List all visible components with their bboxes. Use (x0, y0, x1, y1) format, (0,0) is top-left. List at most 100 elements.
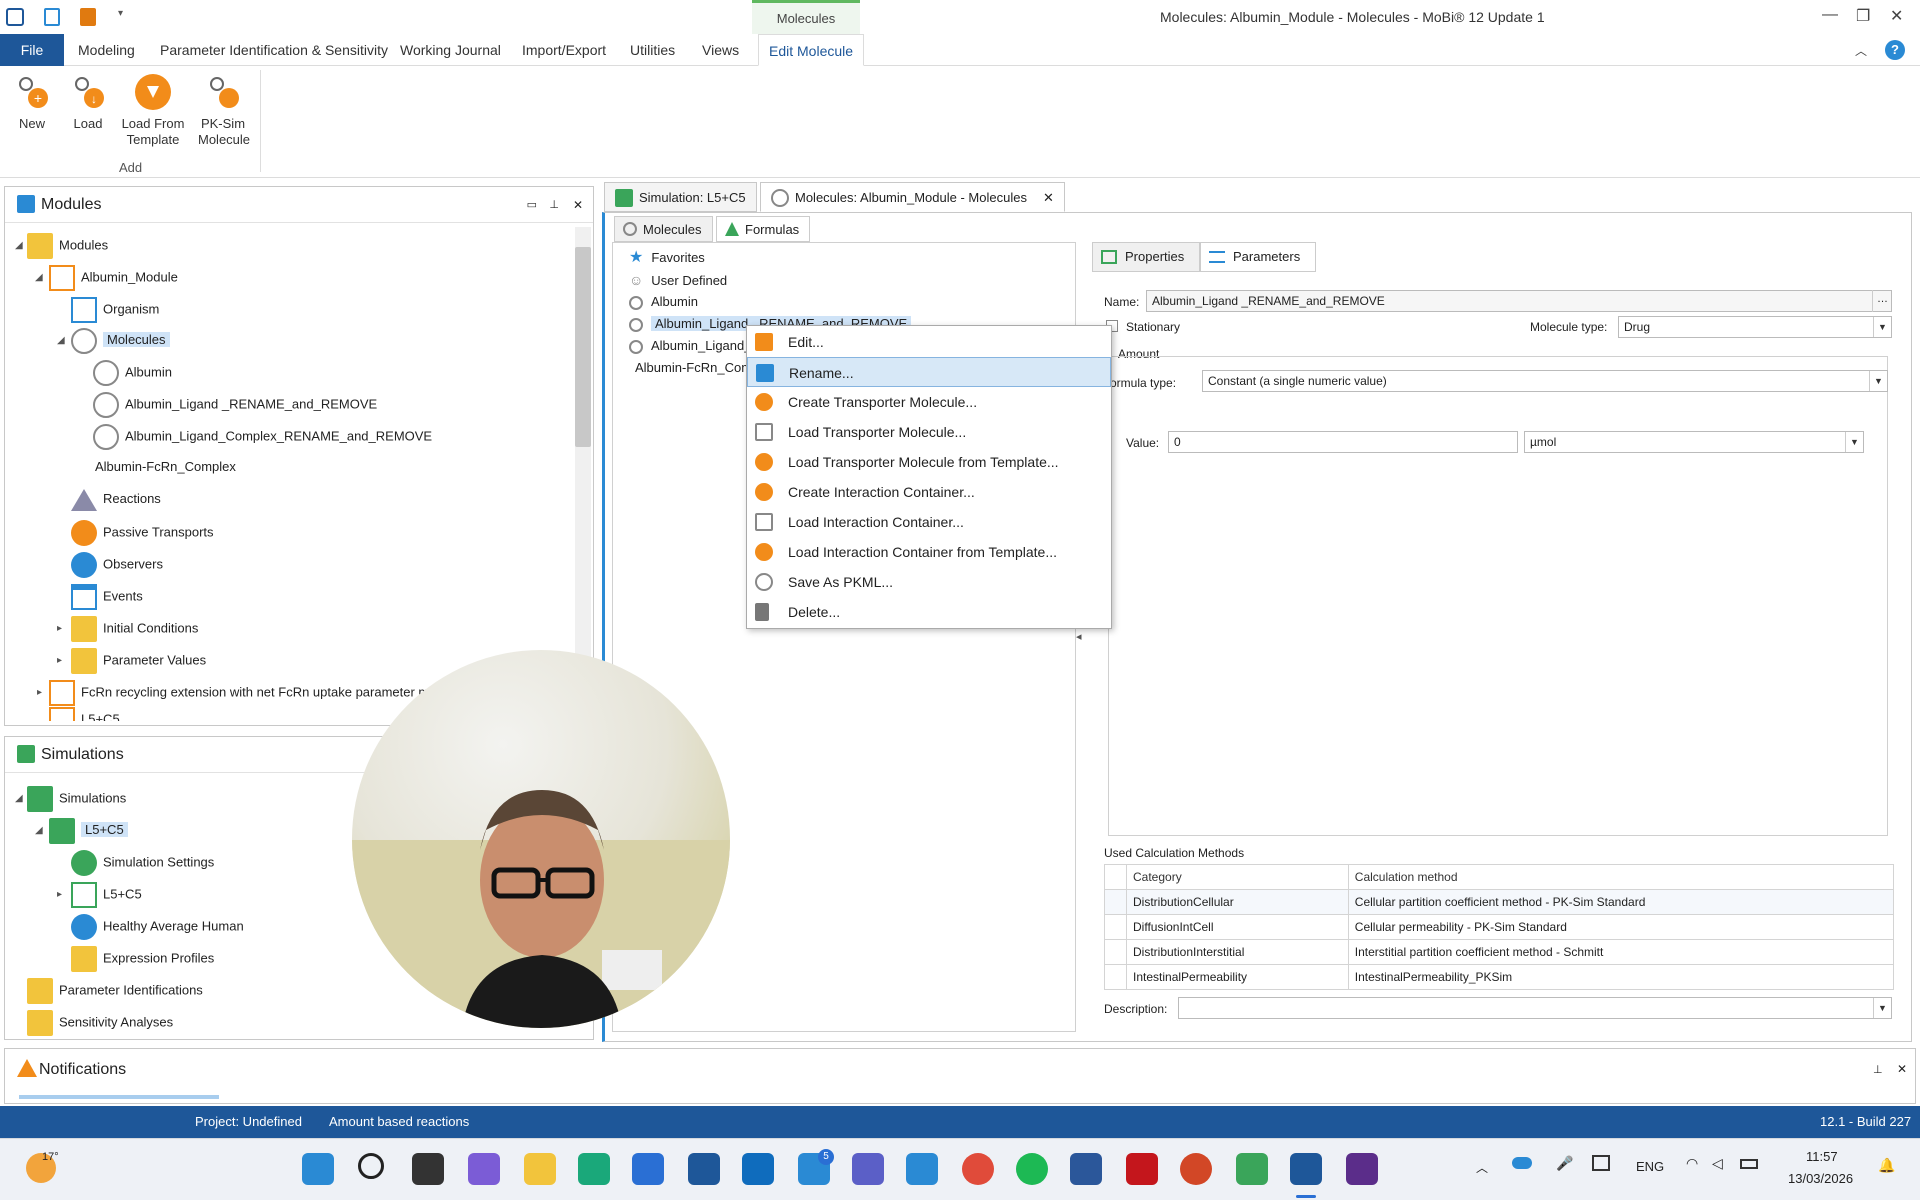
close-panel-icon[interactable]: ✕ (573, 187, 583, 223)
tray-overflow-icon[interactable]: ︿ (1476, 1159, 1488, 1176)
tree-item-reactions[interactable]: Reactions (71, 488, 161, 511)
notification-bell-icon[interactable]: 🔔 (1878, 1157, 1895, 1174)
doc-tab-simulation[interactable]: Simulation: L5+C5 (604, 182, 757, 212)
quick-access-dropdown-icon[interactable]: ▾ (118, 8, 123, 19)
expand-arrow-icon[interactable]: ▸ (37, 687, 42, 698)
list-item-user-defined[interactable]: ☺ User Defined (629, 269, 727, 291)
list-item-albumin[interactable]: Albumin (629, 291, 698, 313)
sub-tab-formulas[interactable]: Formulas (716, 216, 811, 242)
modules-scrollbar[interactable] (575, 227, 591, 717)
task-view-icon[interactable] (412, 1153, 444, 1185)
mobi-icon[interactable] (1290, 1153, 1322, 1185)
maximize-panel-icon[interactable]: ▭ (527, 187, 537, 223)
pksim-icon[interactable] (1236, 1153, 1268, 1185)
tree-item-observers[interactable]: Observers (71, 552, 163, 578)
splitter-collapse-icon[interactable]: ◂ (1076, 630, 1082, 643)
tree-item-albumin-module[interactable]: Albumin_Module (49, 265, 178, 291)
menu-item-save-pkml[interactable]: Save As PKML... (747, 567, 1111, 597)
expand-arrow-icon[interactable]: ◢ (57, 335, 65, 346)
molecule-type-select[interactable]: Drug ▼ (1618, 316, 1892, 338)
name-field[interactable]: Albumin_Ligand _RENAME_and_REMOVE (1146, 290, 1892, 312)
teams-icon[interactable] (852, 1153, 884, 1185)
tree-item-albumin-ligand[interactable]: Albumin_Ligand _RENAME_and_REMOVE (93, 392, 377, 418)
start-windows-icon[interactable] (302, 1153, 334, 1185)
outlook-icon[interactable] (742, 1153, 774, 1185)
doc-tab-molecules[interactable]: Molecules: Albumin_Module - Molecules ✕ (760, 182, 1065, 212)
quick-save-icon[interactable] (80, 8, 96, 26)
word-icon[interactable] (1070, 1153, 1102, 1185)
tree-item-l5c5-module[interactable]: L5+C5 (49, 707, 120, 721)
menu-views[interactable]: Views (692, 34, 749, 66)
clock-time[interactable]: 11:57 (1806, 1149, 1838, 1164)
table-row[interactable]: DiffusionIntCell Cellular permeability - … (1104, 914, 1895, 940)
column-header[interactable]: Category (1126, 864, 1349, 890)
ribbon-load-template-button[interactable]: Load From Template (118, 72, 188, 148)
unit-select[interactable]: µmol ▼ (1524, 431, 1864, 453)
menu-item-edit[interactable]: Edit... (747, 327, 1111, 357)
menu-item-create-interaction-container[interactable]: Create Interaction Container... (747, 477, 1111, 507)
menu-parameter-identification[interactable]: Parameter Identification & Sensitivity (150, 34, 398, 66)
spotify-icon[interactable] (1016, 1153, 1048, 1185)
expand-arrow-icon[interactable]: ◢ (35, 825, 43, 836)
ribbon-new-button[interactable]: + New (12, 72, 52, 132)
edge-browser-icon[interactable] (578, 1153, 610, 1185)
onedrive-icon[interactable] (1512, 1157, 1532, 1169)
list-item-albumin-ligand-complex[interactable]: Albumin_Ligand_ (629, 335, 751, 357)
help-icon[interactable]: ? (1885, 40, 1905, 60)
tree-item-healthy-average-human[interactable]: Healthy Average Human (71, 914, 244, 940)
tree-item-modules[interactable]: Modules (27, 233, 108, 259)
expand-arrow-icon[interactable]: ◢ (15, 240, 23, 251)
dell-icon[interactable] (688, 1153, 720, 1185)
clock-date[interactable]: 13/03/2026 (1788, 1171, 1853, 1186)
list-item-albumin-fcrn-complex[interactable]: Albumin-FcRn_Com (635, 357, 752, 379)
powerpoint-icon[interactable] (1180, 1153, 1212, 1185)
tree-item-parameter-values[interactable]: Parameter Values (71, 648, 206, 674)
menu-modeling[interactable]: Modeling (68, 34, 145, 66)
tree-item-expression-profiles[interactable]: Expression Profiles (71, 946, 214, 972)
pin-panel-icon[interactable]: ⊥ (1873, 1063, 1883, 1076)
menu-file[interactable]: File (0, 34, 64, 66)
table-row[interactable]: DistributionInterstitial Interstitial par… (1104, 939, 1895, 965)
menu-item-delete[interactable]: Delete... (747, 597, 1111, 627)
language-indicator[interactable]: ENG (1636, 1159, 1664, 1174)
close-panel-icon[interactable]: ✕ (1897, 1062, 1907, 1076)
menu-item-load-interaction-container[interactable]: Load Interaction Container... (747, 507, 1111, 537)
tree-item-organism[interactable]: Organism (71, 297, 159, 323)
tree-item-events[interactable]: Events (71, 584, 143, 610)
file-explorer-icon[interactable] (524, 1153, 556, 1185)
menu-edit-molecule[interactable]: Edit Molecule (758, 34, 865, 66)
tree-item-albumin-ligand-complex[interactable]: Albumin_Ligand_Complex_RENAME_and_REMOVE (93, 424, 432, 450)
chrome-icon[interactable] (962, 1153, 994, 1185)
menu-working-journal[interactable]: Working Journal (390, 34, 511, 66)
expand-arrow-icon[interactable]: ▸ (57, 623, 62, 634)
store-icon[interactable] (632, 1153, 664, 1185)
ribbon-pksim-molecule-button[interactable]: PK-Sim Molecule (198, 72, 250, 148)
expand-arrow-icon[interactable]: ◢ (15, 793, 23, 804)
tree-item-fcrn-module[interactable]: FcRn recycling extension with net FcRn u… (49, 680, 432, 706)
search-icon[interactable] (358, 1153, 384, 1179)
tree-item-molecules[interactable]: Molecules (71, 328, 170, 354)
calendar-app-icon[interactable] (906, 1153, 938, 1185)
name-edit-ellipsis-button[interactable]: … (1872, 290, 1892, 312)
menu-item-load-interaction-template[interactable]: Load Interaction Container from Template… (747, 537, 1111, 567)
restore-button[interactable]: ❐ (1856, 6, 1870, 26)
collapse-ribbon-icon[interactable]: ︿ (1855, 42, 1867, 59)
tab-properties[interactable]: Properties (1092, 242, 1200, 272)
column-header[interactable]: Calculation method (1347, 864, 1895, 890)
app-icon[interactable] (6, 8, 24, 26)
app-g-icon[interactable] (1346, 1153, 1378, 1185)
tab-parameters[interactable]: Parameters (1200, 242, 1316, 272)
tree-item-simulation-settings[interactable]: Simulation Settings (71, 850, 214, 876)
battery-icon[interactable] (1740, 1159, 1758, 1169)
table-row[interactable]: DistributionCellular Cellular partition c… (1104, 889, 1895, 915)
tree-item-simulation-l5c5[interactable]: L5+C5 (49, 818, 128, 844)
tree-item-passive-transports[interactable]: Passive Transports (71, 520, 214, 546)
sub-tab-molecules[interactable]: Molecules (614, 216, 713, 242)
tree-item-initial-conditions[interactable]: Initial Conditions (71, 616, 198, 642)
pin-panel-icon[interactable]: ⊥ (549, 187, 559, 223)
expand-arrow-icon[interactable]: ▸ (57, 655, 62, 666)
value-input[interactable]: 0 (1168, 431, 1518, 453)
list-item-favorites[interactable]: ★ Favorites (629, 247, 705, 269)
ribbon-load-button[interactable]: ↓ Load (68, 72, 108, 132)
expand-arrow-icon[interactable]: ▸ (57, 889, 62, 900)
